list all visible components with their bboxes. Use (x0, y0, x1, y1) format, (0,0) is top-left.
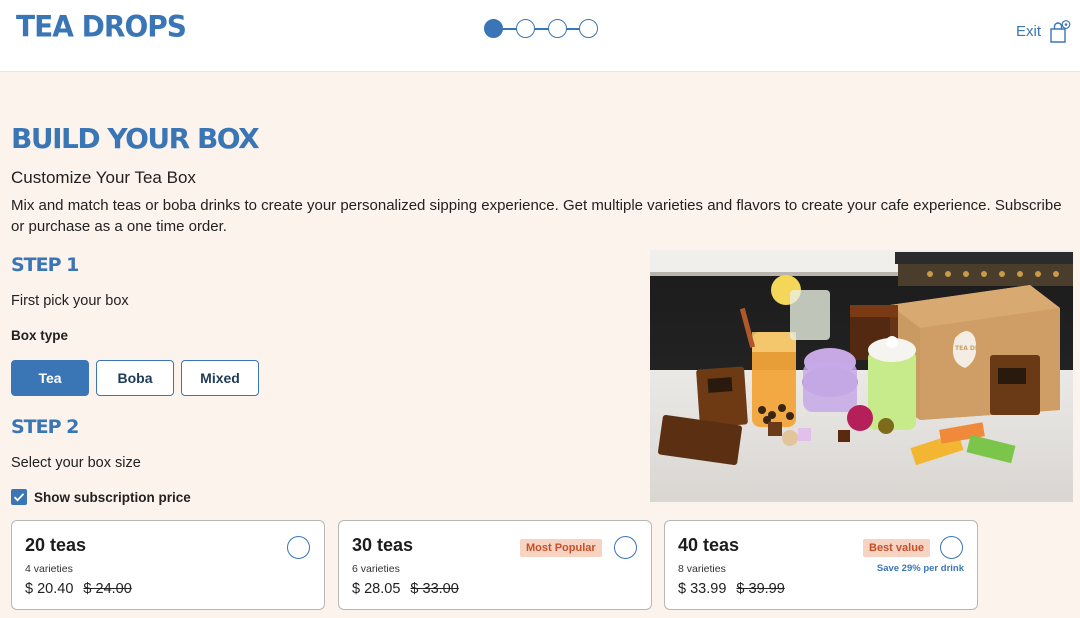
box-size-card-20[interactable]: 20 teas 4 varieties $ 20.40 $ 24.00 (11, 520, 325, 610)
subscription-checkbox[interactable] (11, 489, 27, 505)
box-type-boba-button[interactable]: Boba (96, 360, 174, 396)
price-original: $ 24.00 (83, 581, 132, 597)
card-varieties: 6 varieties (352, 563, 400, 575)
page-description: Mix and match teas or boba drinks to cre… (11, 197, 1062, 235)
exit-button[interactable]: Exit (1016, 20, 1071, 43)
card-title: 40 teas (678, 535, 740, 555)
most-popular-badge: Most Popular (520, 539, 602, 557)
brand-logo[interactable]: TEA DROPS (16, 9, 187, 44)
subscription-label[interactable]: Show subscription price (34, 490, 191, 505)
card-price: $ 20.40 $ 24.00 (25, 581, 132, 597)
page-title: BUILD YOUR BOX (11, 122, 260, 155)
card-varieties: 8 varieties (678, 563, 726, 575)
box-size-card-30[interactable]: 30 teas 6 varieties $ 28.05 $ 33.00 Most… (338, 520, 652, 610)
card-radio-button[interactable] (287, 536, 310, 559)
price-original: $ 33.00 (410, 581, 459, 597)
step1-instruction: First pick your box (11, 293, 129, 309)
price-current: $ 20.40 (25, 581, 74, 597)
price-current: $ 33.99 (678, 581, 727, 597)
step2-instruction: Select your box size (11, 455, 141, 471)
box-type-tea-button[interactable]: Tea (11, 360, 89, 396)
box-brand-text: TEA DROPS (955, 345, 993, 352)
best-value-badge: Best value (863, 539, 931, 557)
price-current: $ 28.05 (352, 581, 401, 597)
progress-step-3 (548, 19, 567, 38)
top-bar: TEA DROPS Exit (0, 0, 1080, 72)
progress-step-2 (516, 19, 535, 38)
step-progress (484, 19, 600, 39)
progress-line (494, 28, 588, 30)
progress-step-1 (484, 19, 503, 38)
card-price: $ 28.05 $ 33.00 (352, 581, 459, 597)
box-type-mixed-button[interactable]: Mixed (181, 360, 259, 396)
box-type-label: Box type (11, 328, 69, 343)
step2-heading: STEP 2 (11, 416, 79, 438)
price-original: $ 39.99 (736, 581, 785, 597)
card-title: 30 teas (352, 535, 414, 555)
checkmark-icon (13, 493, 25, 502)
card-varieties: 4 varieties (25, 563, 73, 575)
exit-label: Exit (1016, 22, 1042, 40)
page-subtitle: Customize Your Tea Box (11, 168, 196, 187)
box-size-card-40[interactable]: 40 teas 8 varieties $ 33.99 $ 39.99 Best… (664, 520, 978, 610)
card-title: 20 teas (25, 535, 87, 555)
step1-heading: STEP 1 (11, 254, 79, 276)
card-radio-button[interactable] (614, 536, 637, 559)
shopping-bag-icon (1049, 20, 1071, 43)
progress-step-4 (579, 19, 598, 38)
card-radio-button[interactable] (940, 536, 963, 559)
product-photo: TEA DROPS (650, 250, 1073, 502)
card-price: $ 33.99 $ 39.99 (678, 581, 785, 597)
savings-note: Save 29% per drink (876, 563, 964, 574)
